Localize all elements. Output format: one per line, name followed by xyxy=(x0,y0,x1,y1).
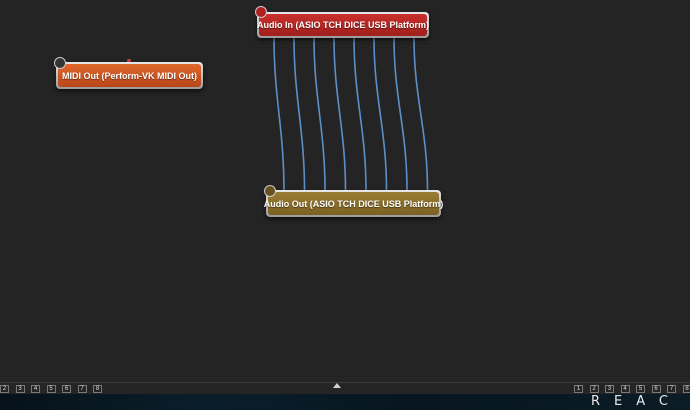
left-page-button-7[interactable]: 7 xyxy=(77,385,87,393)
connection-wire-6[interactable] xyxy=(373,37,388,191)
left-page-button-3[interactable]: 3 xyxy=(15,385,25,393)
right-page-button-4[interactable]: 4 xyxy=(620,385,630,393)
midi-node-icon xyxy=(54,57,66,69)
midi-out-node[interactable]: MIDI Out (Perform-VK MIDI Out) xyxy=(56,62,203,89)
left-page-button-8[interactable]: 8 xyxy=(93,385,102,393)
audio-out-node-icon xyxy=(264,185,276,197)
audio-out-node-label: Audio Out (ASIO TCH DICE USB Platform) xyxy=(264,192,443,215)
right-page-button-6[interactable]: 6 xyxy=(651,385,661,393)
midi-out-node-label: MIDI Out (Perform-VK MIDI Out) xyxy=(58,64,201,87)
brand-text: REAC xyxy=(591,394,682,409)
connection-wire-8[interactable] xyxy=(413,37,429,191)
connection-wire-4[interactable] xyxy=(333,37,347,191)
right-page-button-3[interactable]: 3 xyxy=(605,385,614,393)
connection-wire-1[interactable] xyxy=(273,37,285,191)
right-page-button-8[interactable]: 8 xyxy=(682,385,690,393)
right-page-button-7[interactable]: 7 xyxy=(667,385,676,393)
footer-background xyxy=(0,394,690,410)
right-page-button-1[interactable]: 1 xyxy=(574,385,583,393)
audio-out-node[interactable]: Audio Out (ASIO TCH DICE USB Platform) xyxy=(264,190,443,217)
audio-in-node-label: Audio In (ASIO TCH DICE USB Platform) xyxy=(257,14,429,36)
left-page-button-4[interactable]: 4 xyxy=(31,385,40,393)
collapse-arrow-icon[interactable] xyxy=(333,383,341,388)
connection-wire-7[interactable] xyxy=(393,37,408,191)
right-page-button-5[interactable]: 5 xyxy=(636,385,645,393)
left-page-button-2[interactable]: 2 xyxy=(0,385,9,393)
connection-wire-5[interactable] xyxy=(353,37,367,191)
right-page-button-2[interactable]: 2 xyxy=(589,385,599,393)
left-page-button-6[interactable]: 6 xyxy=(62,385,71,393)
left-page-button-5[interactable]: 5 xyxy=(46,385,56,393)
connection-wire-2[interactable] xyxy=(293,37,306,191)
audio-in-node[interactable]: Audio In (ASIO TCH DICE USB Platform) xyxy=(257,12,429,38)
audio-in-node-icon xyxy=(255,6,267,18)
connection-wire-3[interactable] xyxy=(313,37,326,191)
